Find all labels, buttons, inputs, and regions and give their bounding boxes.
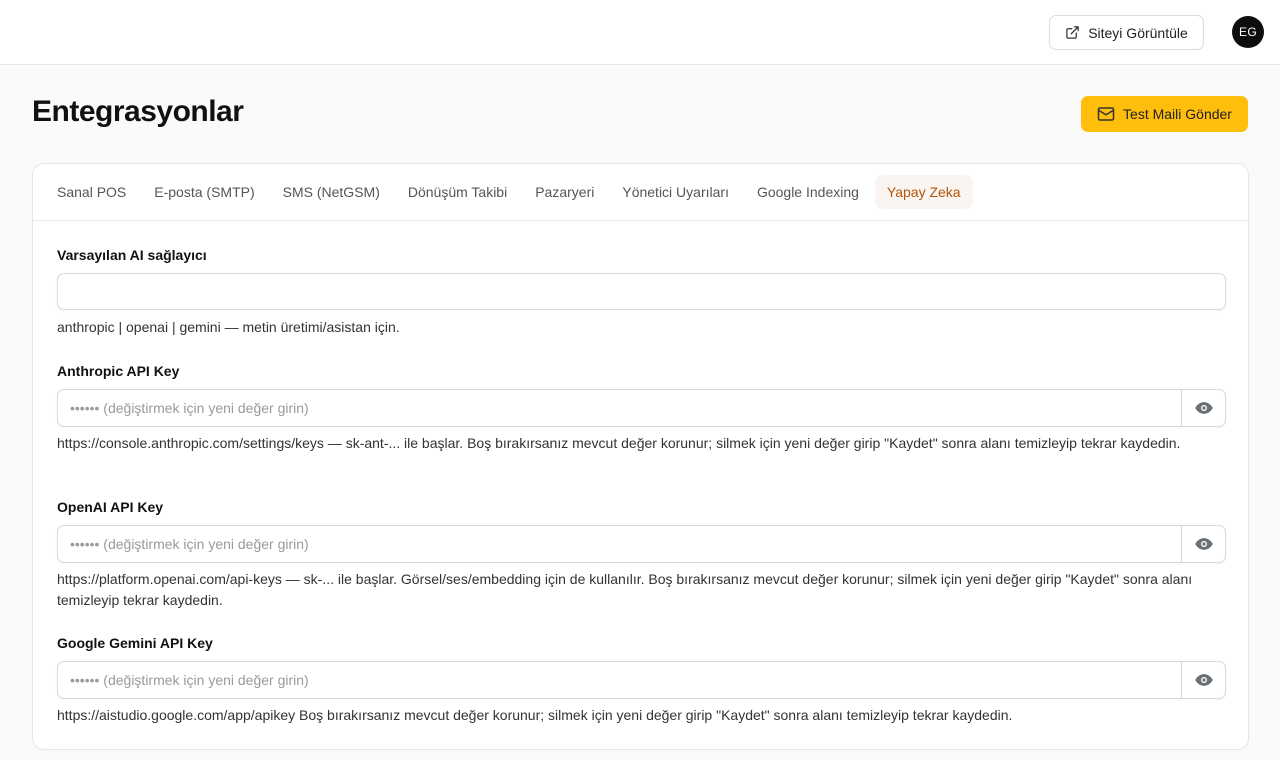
integration-tabs: Sanal POS E-posta (SMTP) SMS (NetGSM) Dö… bbox=[33, 164, 1248, 221]
gemini-key-label: Google Gemini API Key bbox=[57, 635, 213, 651]
send-test-mail-button[interactable]: Test Maili Gönder bbox=[1081, 96, 1248, 132]
provider-help: anthropic | openai | gemini — metin üret… bbox=[57, 319, 400, 335]
external-link-icon bbox=[1065, 25, 1080, 40]
anthropic-key-input[interactable] bbox=[58, 390, 1181, 426]
openai-key-field bbox=[57, 525, 1226, 563]
provider-label: Varsayılan AI sağlayıcı bbox=[57, 247, 207, 263]
avatar-initials: EG bbox=[1239, 25, 1257, 39]
tab-smtp[interactable]: E-posta (SMTP) bbox=[142, 175, 266, 209]
gemini-key-input[interactable] bbox=[58, 662, 1181, 698]
view-site-label: Siteyi Görüntüle bbox=[1088, 24, 1188, 41]
tab-sms[interactable]: SMS (NetGSM) bbox=[271, 175, 392, 209]
top-bar: Siteyi Görüntüle EG bbox=[0, 0, 1280, 65]
openai-key-input[interactable] bbox=[58, 526, 1181, 562]
provider-input[interactable] bbox=[57, 273, 1226, 310]
anthropic-key-label: Anthropic API Key bbox=[57, 363, 180, 379]
openai-key-reveal-button[interactable] bbox=[1181, 526, 1225, 562]
anthropic-key-field bbox=[57, 389, 1226, 427]
gemini-key-field bbox=[57, 661, 1226, 699]
gemini-key-help: https://aistudio.google.com/app/apikey B… bbox=[57, 707, 1013, 723]
tab-marketplace[interactable]: Pazaryeri bbox=[523, 175, 606, 209]
integrations-card: Sanal POS E-posta (SMTP) SMS (NetGSM) Dö… bbox=[32, 163, 1249, 750]
tab-ai[interactable]: Yapay Zeka bbox=[874, 175, 973, 209]
tab-conversion-tracking[interactable]: Dönüşüm Takibi bbox=[396, 175, 519, 209]
eye-icon bbox=[1194, 670, 1214, 690]
page-title: Entegrasyonlar bbox=[32, 95, 244, 128]
avatar[interactable]: EG bbox=[1232, 16, 1264, 48]
openai-key-help: https://platform.openai.com/api-keys — s… bbox=[57, 571, 1193, 608]
view-site-button[interactable]: Siteyi Görüntüle bbox=[1049, 15, 1204, 50]
tab-admin-alerts[interactable]: Yönetici Uyarıları bbox=[610, 175, 741, 209]
tab-sanal-pos[interactable]: Sanal POS bbox=[45, 175, 138, 209]
mail-icon bbox=[1097, 105, 1115, 123]
eye-icon bbox=[1194, 534, 1214, 554]
openai-key-label: OpenAI API Key bbox=[57, 499, 164, 515]
anthropic-key-help: https://console.anthropic.com/settings/k… bbox=[57, 435, 1181, 451]
send-test-mail-label: Test Maili Gönder bbox=[1123, 106, 1232, 122]
tab-google-indexing[interactable]: Google Indexing bbox=[745, 175, 871, 209]
gemini-key-reveal-button[interactable] bbox=[1181, 662, 1225, 698]
anthropic-key-reveal-button[interactable] bbox=[1181, 390, 1225, 426]
eye-icon bbox=[1194, 398, 1214, 418]
